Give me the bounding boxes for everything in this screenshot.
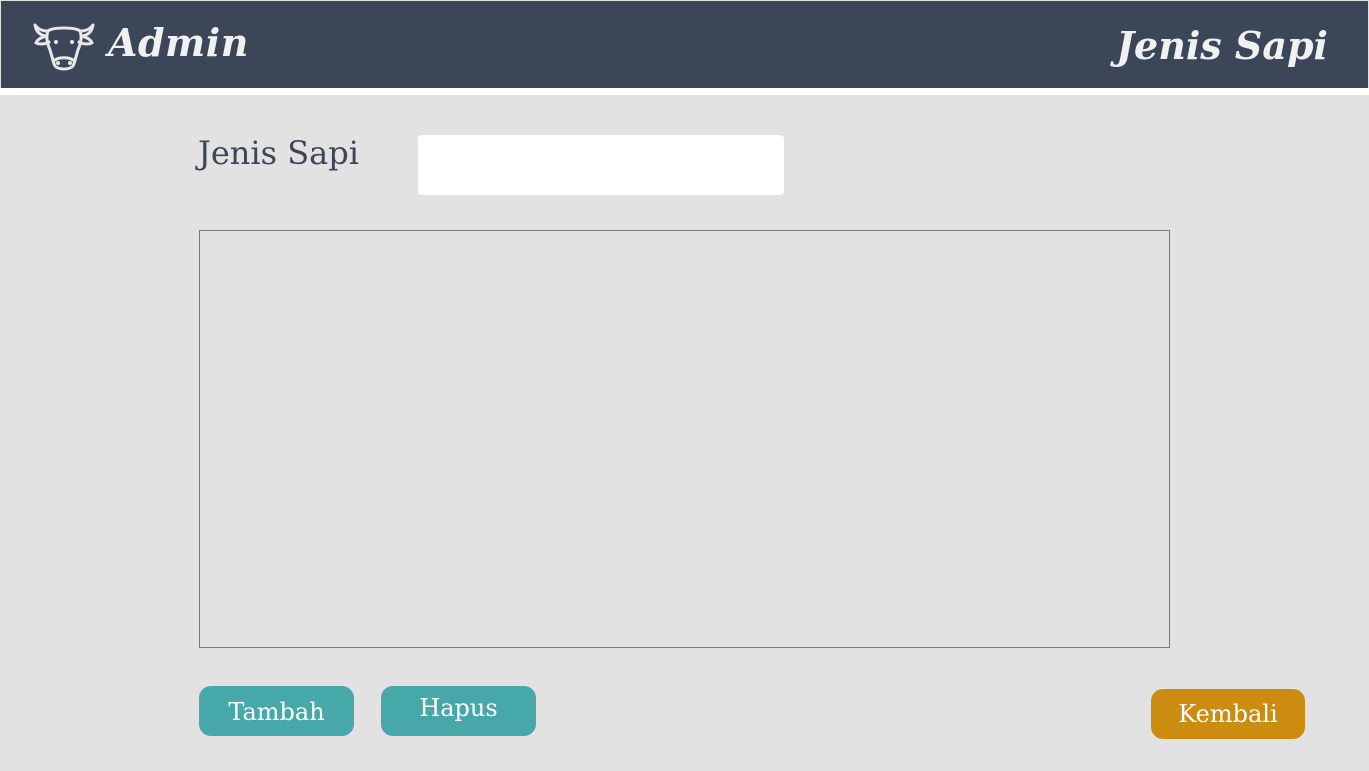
hapus-button[interactable]: Hapus	[381, 686, 536, 736]
jenis-sapi-list[interactable]	[199, 230, 1170, 648]
top-header-bar: Admin Jenis Sapi	[1, 1, 1368, 88]
jenis-sapi-input[interactable]	[418, 135, 784, 195]
header-divider	[0, 88, 1369, 95]
jenis-sapi-label: Jenis Sapi	[198, 134, 359, 172]
tambah-button[interactable]: Tambah	[199, 686, 354, 736]
page-heading: Jenis Sapi	[1116, 23, 1328, 68]
cow-head-icon	[33, 20, 95, 72]
kembali-button[interactable]: Kembali	[1151, 689, 1305, 739]
app-title: Admin	[108, 20, 249, 65]
